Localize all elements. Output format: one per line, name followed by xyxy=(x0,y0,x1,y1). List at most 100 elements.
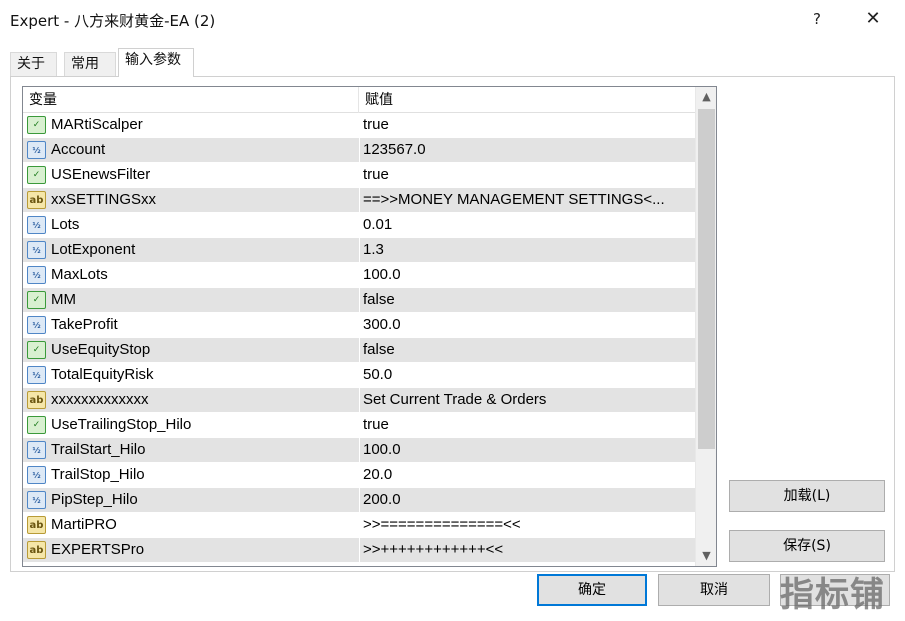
scroll-thumb[interactable] xyxy=(698,109,715,449)
parameter-value[interactable]: >>++++++++++++<< xyxy=(363,538,693,562)
parameter-name: UseEquityStop xyxy=(51,341,151,358)
column-divider xyxy=(359,188,360,212)
table-row[interactable]: ½ MaxLots 100.0 xyxy=(23,263,695,288)
parameter-name: Account xyxy=(51,141,106,158)
table-row[interactable]: ½ Lots 0.01 xyxy=(23,213,695,238)
save-button[interactable]: 保存(S) xyxy=(729,530,885,562)
scroll-down-icon[interactable]: ▼ xyxy=(696,546,716,566)
parameter-name: PipStep_Hilo xyxy=(51,491,138,508)
parameter-value[interactable]: 0.01 xyxy=(363,213,693,237)
table-row[interactable]: ½ TakeProfit 300.0 xyxy=(23,313,695,338)
table-row[interactable]: ab xxSETTINGSxx ==>>MONEY MANAGEMENT SETTI… xyxy=(23,188,695,213)
parameter-name: MartiPRO xyxy=(51,516,117,533)
table-row[interactable]: ½ TrailStop_Hilo 20.0 xyxy=(23,463,695,488)
parameter-value[interactable]: 100.0 xyxy=(363,438,693,462)
tab-common[interactable]: 常用 xyxy=(64,52,116,76)
column-divider xyxy=(359,213,360,237)
parameter-name: MARtiScalper xyxy=(51,116,143,133)
parameter-value[interactable]: 20.0 xyxy=(363,463,693,487)
parameter-value[interactable]: true xyxy=(363,413,693,437)
column-divider xyxy=(359,513,360,537)
tab-input-parameters[interactable]: 输入参数 xyxy=(118,48,194,77)
watermark-logo: 指标铺 xyxy=(780,575,885,615)
parameter-name: TrailStart_Hilo xyxy=(51,441,146,458)
scroll-up-icon[interactable]: ▲ xyxy=(696,87,716,107)
column-divider xyxy=(359,288,360,312)
table-row[interactable]: ✓ UseEquityStop false xyxy=(23,338,695,363)
table-row[interactable]: ½ LotExponent 1.3 xyxy=(23,238,695,263)
column-divider xyxy=(359,263,360,287)
parameter-name: xxxxxxxxxxxxx xyxy=(51,391,149,408)
column-header-value[interactable]: 赋值 xyxy=(359,87,695,113)
parameter-value[interactable]: true xyxy=(363,163,693,187)
parameter-value[interactable]: true xyxy=(363,113,693,137)
parameter-value[interactable]: false xyxy=(363,288,693,312)
parameter-value[interactable]: >>==============<< xyxy=(363,513,693,537)
number-icon: ½ xyxy=(27,316,46,334)
parameter-name: TotalEquityRisk xyxy=(51,366,154,383)
column-divider xyxy=(359,138,360,162)
bool-icon: ✓ xyxy=(27,166,46,184)
close-button[interactable]: ✕ xyxy=(856,2,890,36)
number-icon: ½ xyxy=(27,441,46,459)
column-divider xyxy=(359,313,360,337)
load-button[interactable]: 加载(L) xyxy=(729,480,885,512)
table-row[interactable]: ½ TrailStart_Hilo 100.0 xyxy=(23,438,695,463)
table-row[interactable]: ½ TotalEquityRisk 50.0 xyxy=(23,363,695,388)
vertical-scrollbar[interactable]: ▲ ▼ xyxy=(695,87,716,566)
string-icon: ab xyxy=(27,391,46,409)
column-divider xyxy=(359,488,360,512)
table-row[interactable]: ✓ USEnewsFilter true xyxy=(23,163,695,188)
grid-header: 变量 赋值 xyxy=(23,87,695,113)
table-row[interactable]: ab MartiPRO >>==============<< xyxy=(23,513,695,538)
column-divider xyxy=(359,413,360,437)
title-bar: Expert - 八方来财黄金-EA (2) ? ✕ xyxy=(0,0,905,38)
table-row[interactable]: ab xxxxxxxxxxxxx Set Current Trade & Order… xyxy=(23,388,695,413)
number-icon: ½ xyxy=(27,241,46,259)
parameter-name: UseTrailingStop_Hilo xyxy=(51,416,192,433)
table-row[interactable]: ✓ MM false xyxy=(23,288,695,313)
parameter-name: USEnewsFilter xyxy=(51,166,151,183)
number-icon: ½ xyxy=(27,266,46,284)
column-divider xyxy=(359,388,360,412)
ok-button[interactable]: 确定 xyxy=(537,574,647,606)
column-divider xyxy=(359,238,360,262)
parameter-name: MaxLots xyxy=(51,266,108,283)
column-divider xyxy=(359,438,360,462)
column-divider xyxy=(359,163,360,187)
table-row[interactable]: ab EXPERTSPro >>++++++++++++<< xyxy=(23,538,695,563)
parameter-value[interactable]: false xyxy=(363,338,693,362)
string-icon: ab xyxy=(27,191,46,209)
parameter-value[interactable]: ==>>MONEY MANAGEMENT SETTINGS<... xyxy=(363,188,693,212)
table-row[interactable]: ½ PipStep_Hilo 200.0 xyxy=(23,488,695,513)
parameter-name: TrailStop_Hilo xyxy=(51,466,145,483)
parameter-value[interactable]: 100.0 xyxy=(363,263,693,287)
string-icon: ab xyxy=(27,516,46,534)
parameter-value[interactable]: 200.0 xyxy=(363,488,693,512)
parameter-value[interactable]: 300.0 xyxy=(363,313,693,337)
parameter-value[interactable]: 123567.0 xyxy=(363,138,693,162)
column-divider xyxy=(359,463,360,487)
parameter-name: EXPERTSPro xyxy=(51,541,145,558)
parameter-value[interactable]: Set Current Trade & Orders xyxy=(363,388,693,412)
table-row[interactable]: ✓ MARtiScalper true xyxy=(23,113,695,138)
parameter-name: xxSETTINGSxx xyxy=(51,191,157,208)
column-divider xyxy=(359,538,360,562)
parameter-value[interactable]: 1.3 xyxy=(363,238,693,262)
column-header-variable[interactable]: 变量 xyxy=(23,87,359,113)
table-row[interactable]: ½ Account 123567.0 xyxy=(23,138,695,163)
window-title: Expert - 八方来财黄金-EA (2) xyxy=(10,12,216,30)
tab-about[interactable]: 关于 xyxy=(10,52,57,76)
number-icon: ½ xyxy=(27,491,46,509)
parameter-name: MM xyxy=(51,291,76,308)
parameter-name: Lots xyxy=(51,216,80,233)
help-button[interactable]: ? xyxy=(802,2,832,36)
parameter-name: TakeProfit xyxy=(51,316,118,333)
number-icon: ½ xyxy=(27,366,46,384)
bool-icon: ✓ xyxy=(27,291,46,309)
table-row[interactable]: ✓ UseTrailingStop_Hilo true xyxy=(23,413,695,438)
parameter-value[interactable]: 50.0 xyxy=(363,363,693,387)
cancel-button[interactable]: 取消 xyxy=(658,574,770,606)
string-icon: ab xyxy=(27,541,46,559)
number-icon: ½ xyxy=(27,466,46,484)
